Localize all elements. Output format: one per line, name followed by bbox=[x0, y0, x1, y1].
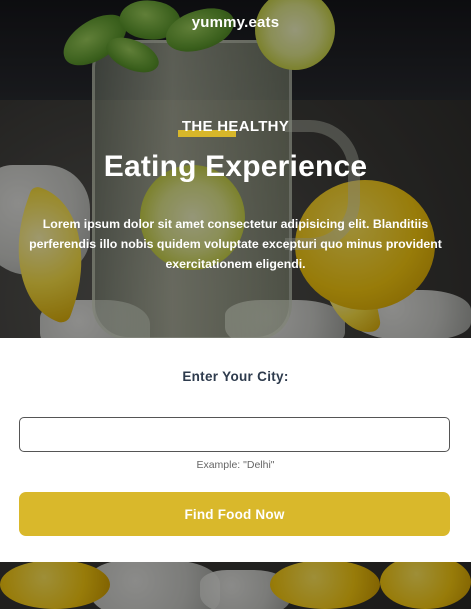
hero-description: Lorem ipsum dolor sit amet consectetur a… bbox=[29, 217, 442, 271]
hero-subtitle: THE HEALTHY bbox=[177, 118, 290, 137]
hero-section: THE HEALTHY Eating Experience Lorem ipsu… bbox=[0, 118, 471, 274]
search-card: Enter Your City: Example: "Delhi" Find F… bbox=[0, 338, 471, 562]
hero-title: Eating Experience bbox=[103, 150, 368, 183]
example-hint: Example: "Delhi" bbox=[196, 459, 275, 471]
city-label: Enter Your City: bbox=[182, 369, 289, 384]
find-food-button[interactable]: Find Food Now bbox=[19, 492, 450, 536]
hero-subtitle-text: THE HEALTHY bbox=[181, 118, 290, 135]
city-input[interactable] bbox=[19, 417, 450, 452]
brand-logo[interactable]: yummy.eats bbox=[0, 14, 471, 31]
